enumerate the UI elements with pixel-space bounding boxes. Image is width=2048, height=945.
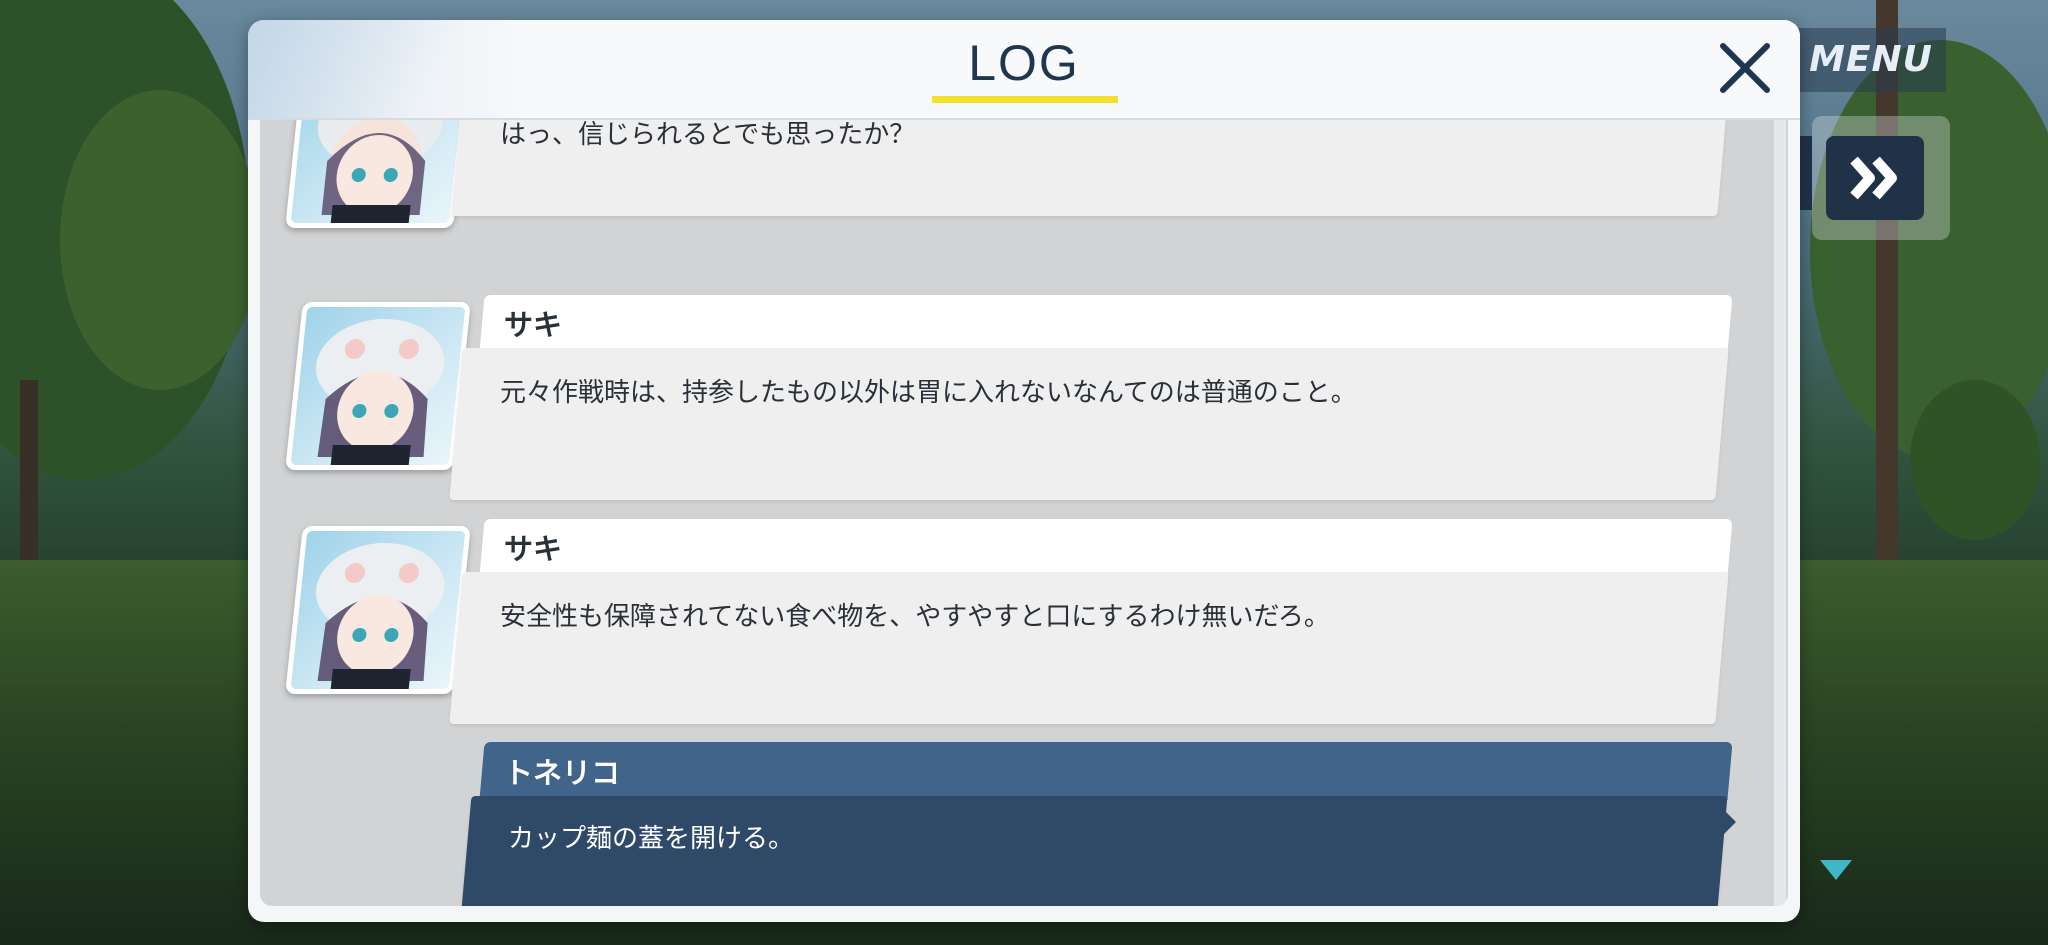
close-icon	[1720, 43, 1770, 93]
fast-forward-button[interactable]	[1812, 116, 1950, 240]
log-header: LOG	[248, 20, 1800, 120]
dialogue-text: 安全性も保障されてない食べ物を、やすやすと口にするわけ無いだろ。	[500, 602, 1330, 632]
log-window: LOG はっ、信じられるとでも思ったか？ サキ 元々作戦時は、持参したもの以外は…	[248, 20, 1800, 922]
scrollbar[interactable]	[1774, 120, 1786, 906]
current-line-pointer-icon	[1720, 806, 1736, 838]
speaker-name-bar	[479, 295, 1733, 353]
dialogue-text: はっ、信じられるとでも思ったか？	[500, 120, 916, 150]
saki-portrait-icon	[317, 120, 443, 223]
dialogue-box	[449, 348, 1729, 500]
character-avatar	[285, 526, 471, 694]
dialogue-text: 元々作戦時は、持参したもの以外は胃に入れないなんてのは普通のこと。	[500, 378, 1357, 408]
saki-portrait-icon	[316, 319, 445, 465]
menu-button[interactable]: MENU	[1796, 28, 1946, 92]
character-avatar	[285, 302, 471, 470]
fast-forward-icon	[1850, 156, 1897, 200]
speaker-name: トネリコ	[504, 756, 621, 790]
dialogue-box	[449, 572, 1729, 724]
speaker-name-bar	[479, 742, 1733, 800]
scroll-down-indicator-icon	[1820, 860, 1852, 880]
saki-portrait-icon	[316, 543, 445, 689]
speaker-name: サキ	[504, 532, 563, 566]
speaker-name-bar	[479, 519, 1733, 577]
log-title: LOG	[968, 35, 1080, 91]
log-list[interactable]: はっ、信じられるとでも思ったか？ サキ 元々作戦時は、持参したもの以外は胃に入れ…	[260, 120, 1788, 906]
dialogue-text: カップ麺の蓋を開ける。	[508, 824, 795, 854]
title-underline	[932, 96, 1118, 103]
close-button[interactable]	[1713, 36, 1777, 100]
character-avatar	[285, 120, 471, 228]
speaker-name: サキ	[504, 308, 563, 342]
